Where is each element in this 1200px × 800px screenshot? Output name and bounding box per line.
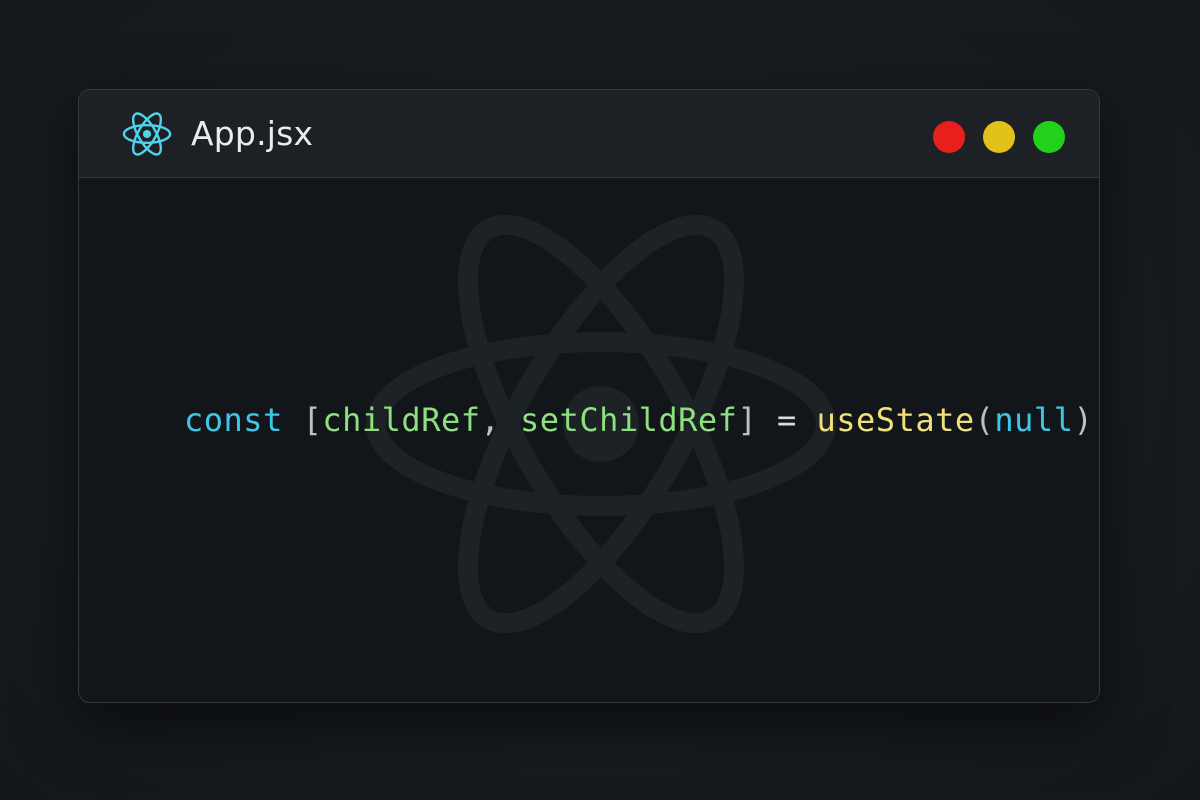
code-editor[interactable]: const [childRef, setChildRef] = useState…: [79, 178, 1099, 702]
code-close-paren: ): [1073, 401, 1094, 439]
code-open-paren: (: [974, 401, 995, 439]
code-variable-setchildref: setChildRef: [520, 401, 738, 439]
code-variable-childref: childRef: [322, 401, 481, 439]
editor-window: App.jsx const [childRef, setChildRef] = …: [78, 89, 1100, 703]
code-literal-null: null: [994, 401, 1074, 439]
maximize-button[interactable]: [1033, 121, 1065, 153]
window-controls: [933, 121, 1065, 153]
code-equals: =: [776, 401, 797, 439]
code-close-bracket: ]: [737, 401, 758, 439]
close-button[interactable]: [933, 121, 965, 153]
code-comma: ,: [480, 401, 501, 439]
title-bar: App.jsx: [79, 90, 1099, 178]
code-line[interactable]: const [childRef, setChildRef] = useState…: [184, 388, 1093, 452]
react-icon: [122, 112, 172, 156]
file-name-tab[interactable]: App.jsx: [191, 114, 313, 154]
minimize-button[interactable]: [983, 121, 1015, 153]
code-open-bracket: [: [302, 401, 323, 439]
code-keyword: const: [184, 401, 283, 439]
code-function-usestate: useState: [816, 401, 975, 439]
